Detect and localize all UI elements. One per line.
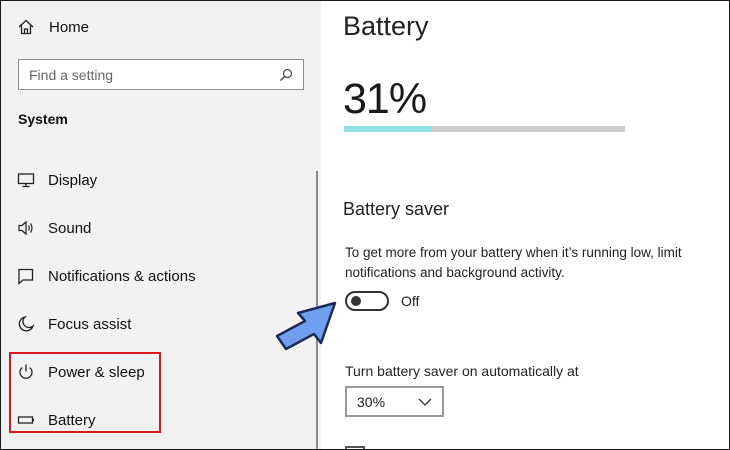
- sidebar-item-notifications[interactable]: Notifications & actions: [17, 264, 196, 288]
- chevron-down-icon: [418, 398, 432, 406]
- description-line: To get more from your battery when it’s …: [345, 245, 682, 260]
- description-line: notifications and background activity.: [345, 265, 565, 280]
- main-pane: Battery 31% Battery saver To get more fr…: [321, 1, 729, 449]
- dropdown-value: 30%: [357, 393, 386, 410]
- sidebar-item-label: Sound: [48, 219, 92, 237]
- battery-level-bar: [344, 126, 625, 132]
- battery-saver-description: To get more from your battery when it’s …: [345, 243, 729, 283]
- section-title: System: [18, 111, 68, 127]
- sidebar-item-display[interactable]: Display: [17, 168, 97, 192]
- sidebar-item-label: Display: [48, 171, 98, 189]
- search-icon[interactable]: [279, 68, 293, 82]
- sidebar: Home System Display Sound: [1, 1, 321, 449]
- auto-threshold-dropdown[interactable]: 30%: [345, 386, 444, 417]
- sidebar-item-sound[interactable]: Sound: [17, 216, 91, 240]
- toggle-knob: [351, 296, 361, 306]
- battery-saver-toggle[interactable]: [345, 291, 389, 311]
- pointer-arrow-icon: [275, 301, 337, 351]
- notification-icon: [18, 268, 34, 285]
- page-title: Battery: [343, 11, 429, 41]
- settings-window: Home System Display Sound: [0, 0, 730, 450]
- toggle-state-label: Off: [401, 293, 420, 309]
- search-box[interactable]: [18, 59, 304, 90]
- annotation-highlight-box: [9, 352, 161, 433]
- speaker-icon: [18, 220, 33, 236]
- sidebar-home[interactable]: Home: [17, 15, 89, 39]
- sidebar-item-label: Notifications & actions: [48, 267, 196, 285]
- battery-level-fill: [344, 126, 432, 132]
- search-input[interactable]: [29, 66, 279, 83]
- battery-percentage: 31%: [343, 75, 427, 123]
- monitor-icon: [17, 173, 35, 188]
- sidebar-item-focus-assist[interactable]: Focus assist: [17, 312, 131, 336]
- battery-saver-toggle-row: Off: [345, 290, 419, 312]
- home-label: Home: [49, 18, 90, 36]
- home-icon: [18, 19, 34, 35]
- checkbox[interactable]: [345, 446, 365, 449]
- battery-saver-heading: Battery saver: [343, 199, 450, 219]
- sidebar-item-label: Focus assist: [48, 315, 132, 333]
- auto-threshold-label: Turn battery saver on automatically at: [345, 363, 579, 379]
- moon-icon: [18, 315, 35, 332]
